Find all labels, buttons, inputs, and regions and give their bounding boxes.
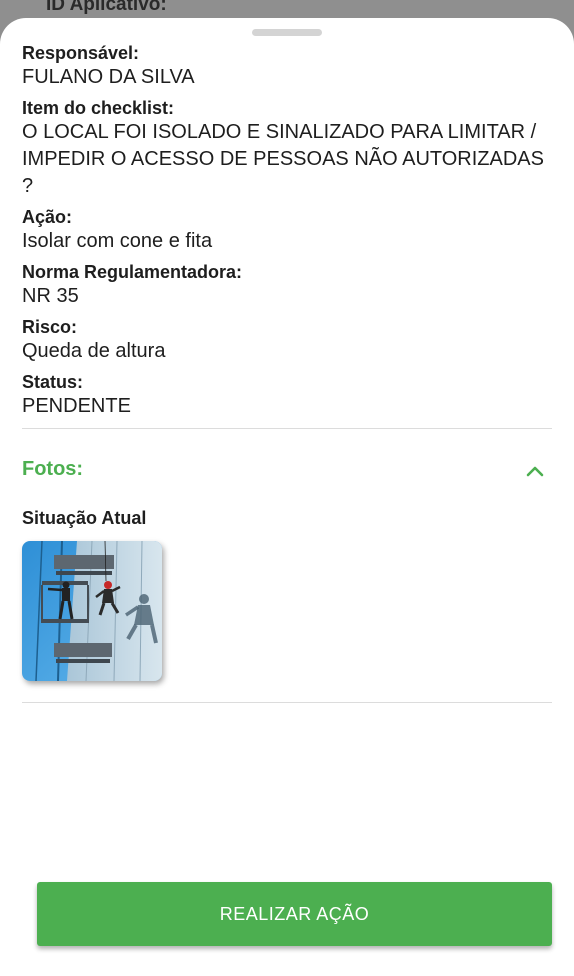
risk-value: Queda de altura (22, 340, 166, 362)
chevron-up-icon[interactable] (524, 460, 546, 482)
checklist-item-field: Item do checklist: O LOCAL FOI ISOLADO E… (22, 97, 554, 200)
photo-image (22, 541, 162, 681)
action-field: Ação: Isolar com cone e fita (22, 206, 554, 255)
photo-thumbnail[interactable] (22, 541, 162, 681)
current-situation-label: Situação Atual (22, 508, 147, 528)
risk-field: Risco: Queda de altura (22, 316, 554, 365)
risk-label: Risco: (22, 317, 78, 337)
checklist-item-value: O LOCAL FOI ISOLADO E SINALIZADO PARA LI… (22, 121, 544, 197)
responsible-value: FULANO DA SILVA (22, 66, 195, 88)
regulation-label: Norma Regulamentadora: (22, 262, 243, 282)
action-value: Isolar com cone e fita (22, 230, 213, 252)
status-label: Status: (22, 372, 84, 392)
responsible-label: Responsável: (22, 43, 140, 63)
photos-section-header[interactable]: Fotos: (22, 452, 552, 488)
checklist-item-label: Item do checklist: (22, 98, 175, 118)
perform-action-button[interactable]: REALIZAR AÇÃO (37, 882, 552, 946)
sheet-drag-handle[interactable] (252, 29, 322, 36)
divider-top (22, 428, 552, 429)
photos-title: Fotos: (22, 458, 84, 480)
status-value: PENDENTE (22, 395, 131, 417)
divider-bottom (22, 702, 552, 703)
action-label: Ação: (22, 207, 73, 227)
background-id-label: ID Aplicativo: (46, 0, 167, 15)
regulation-value: NR 35 (22, 285, 79, 307)
regulation-field: Norma Regulamentadora: NR 35 (22, 261, 554, 310)
detail-fields: Responsável: FULANO DA SILVA Item do che… (22, 42, 554, 426)
status-field: Status: PENDENTE (22, 371, 554, 420)
responsible-field: Responsável: FULANO DA SILVA (22, 42, 554, 91)
